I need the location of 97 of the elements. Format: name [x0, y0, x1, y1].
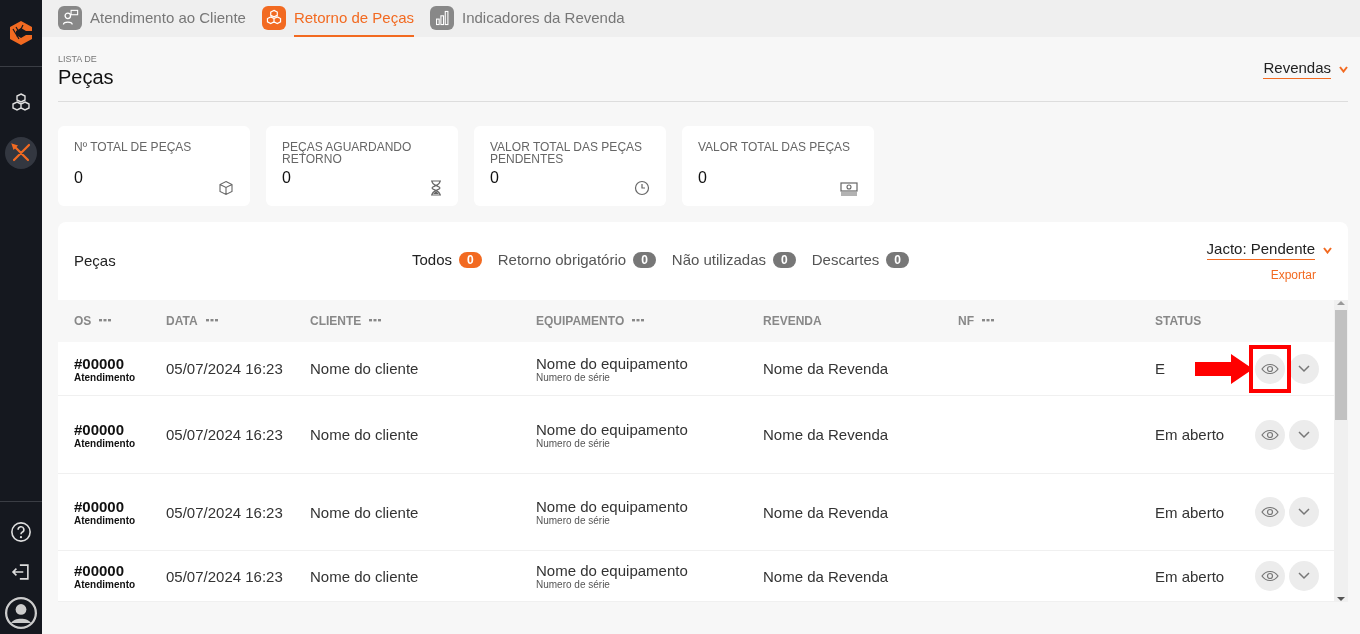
order-type: Atendimento — [74, 579, 137, 591]
order-number: #00000 — [74, 498, 126, 516]
count-badge: 0 — [633, 251, 656, 268]
status-cell-text: Em aberto — [1155, 567, 1226, 585]
client-cell-text: Nome do cliente — [310, 360, 420, 378]
equipment-name: Nome do equipamento — [536, 354, 689, 372]
expand-button[interactable] — [1289, 353, 1319, 384]
view-button[interactable] — [1255, 419, 1285, 450]
dealer-cell-text: Nome da Revenda — [763, 426, 890, 444]
status-cell-text: Em aberto — [1155, 503, 1226, 521]
scroll-up-icon[interactable] — [1337, 300, 1345, 306]
chevron-down-icon — [1298, 508, 1310, 517]
dealer-dropdown[interactable]: Revendas — [1263, 59, 1331, 79]
card-title: VALOR TOTAL DAS PEÇAS PENDENTES — [490, 141, 644, 167]
dealer-cell-text: Nome da Revenda — [763, 567, 890, 585]
client-cell-text: Nome do cliente — [310, 426, 420, 444]
expand-button[interactable] — [1289, 561, 1319, 592]
clock-icon — [634, 180, 650, 196]
date-cell-text: 05/07/2024 16:23 — [166, 567, 284, 585]
equipment-name: Nome do equipamento — [536, 498, 689, 516]
order-number: #00000 — [74, 420, 126, 438]
scroll-down-icon[interactable] — [1337, 596, 1345, 602]
chevron-down-icon — [1298, 364, 1310, 373]
count-badge: 0 — [773, 251, 796, 268]
count-badge: 0 — [459, 251, 482, 268]
panel-title: Peças — [74, 252, 117, 269]
eye-icon — [1261, 506, 1279, 519]
card-value: 0 — [74, 169, 84, 187]
person-chat-icon[interactable] — [58, 5, 82, 30]
chevron-down-icon — [1298, 572, 1310, 581]
banknote-icon — [840, 182, 858, 196]
client-cell-text: Nome do cliente — [310, 503, 420, 521]
order-type: Atendimento — [74, 515, 137, 527]
client-cell-text: Nome do cliente — [310, 567, 420, 585]
nav-tab[interactable]: Atendimento ao Cliente — [90, 0, 246, 37]
filter-tab[interactable]: Descartes 0 — [811, 251, 909, 268]
page-title: Peças — [58, 66, 114, 89]
column-header: CLIENTE — [310, 313, 362, 328]
order-number: #00000 — [74, 562, 126, 580]
caret-icon[interactable] — [1323, 246, 1332, 254]
expand-button[interactable] — [1289, 497, 1319, 528]
nav-tab[interactable]: Indicadores da Revenda — [462, 0, 625, 37]
view-button[interactable] — [1255, 353, 1285, 384]
card-title: PEÇAS AGUARDANDO RETORNO — [282, 141, 413, 167]
eye-icon — [1261, 428, 1279, 441]
card-title: VALOR TOTAL DAS PEÇAS — [698, 141, 852, 156]
column-header: OS — [74, 313, 92, 328]
date-cell-text: 05/07/2024 16:23 — [166, 503, 284, 521]
date-cell-text: 05/07/2024 16:23 — [166, 426, 284, 444]
dealer-cell-text: Nome da Revenda — [763, 360, 890, 378]
column-menu-icon[interactable] — [369, 319, 382, 323]
card-title: Nº TOTAL DE PEÇAS — [74, 141, 193, 156]
equipment-name: Nome do equipamento — [536, 562, 689, 580]
date-cell-text: 05/07/2024 16:23 — [166, 360, 284, 378]
card-value: 0 — [698, 169, 708, 187]
bar-chart-icon[interactable] — [430, 5, 454, 30]
hourglass-icon — [430, 180, 442, 196]
order-type: Atendimento — [74, 371, 137, 383]
view-button[interactable] — [1255, 497, 1285, 528]
filter-tab[interactable]: Retorno obrigatório 0 — [497, 251, 656, 268]
column-menu-icon[interactable] — [982, 319, 994, 323]
card-value: 0 — [282, 169, 292, 187]
status-cell-text: Em aberto — [1155, 426, 1226, 444]
avatar-icon[interactable] — [4, 596, 38, 630]
highlight-frame — [1249, 344, 1291, 393]
column-menu-icon[interactable] — [205, 319, 218, 323]
equipment-name: Nome do equipamento — [536, 420, 689, 438]
column-menu-icon[interactable] — [632, 319, 645, 323]
column-header: EQUIPAMENTO — [536, 313, 625, 328]
status-dropdown[interactable]: Jacto: Pendente — [1206, 240, 1315, 260]
status-cell-text: E — [1155, 360, 1166, 378]
serial-number: Numero de série — [536, 437, 610, 449]
filter-tab[interactable]: Não utilizadas 0 — [671, 251, 796, 268]
view-button[interactable] — [1255, 561, 1285, 592]
expand-button[interactable] — [1289, 419, 1319, 450]
order-type: Atendimento — [74, 437, 137, 449]
serial-number: Numero de série — [536, 371, 610, 383]
column-header: NF — [958, 313, 974, 328]
eye-icon — [1261, 362, 1279, 375]
count-badge: 0 — [886, 251, 909, 268]
page-overline: LISTA DE — [58, 54, 98, 64]
eye-icon — [1261, 570, 1279, 583]
filter-tab[interactable]: Todos 0 — [412, 251, 482, 268]
order-number: #00000 — [74, 354, 126, 372]
column-header: REVENDA — [763, 313, 822, 328]
card-value: 0 — [490, 169, 500, 187]
dealer-cell-text: Nome da Revenda — [763, 503, 890, 521]
column-menu-icon[interactable] — [99, 319, 112, 323]
serial-number: Numero de série — [536, 579, 610, 591]
column-header: DATA — [166, 313, 198, 328]
serial-number: Numero de série — [536, 515, 610, 527]
logo-icon[interactable] — [7, 19, 35, 47]
scrollbar-thumb[interactable] — [1335, 310, 1347, 420]
cube-icon — [218, 180, 234, 196]
chevron-down-icon — [1298, 430, 1310, 439]
caret-icon[interactable] — [1339, 65, 1348, 73]
column-header: STATUS — [1155, 313, 1202, 328]
